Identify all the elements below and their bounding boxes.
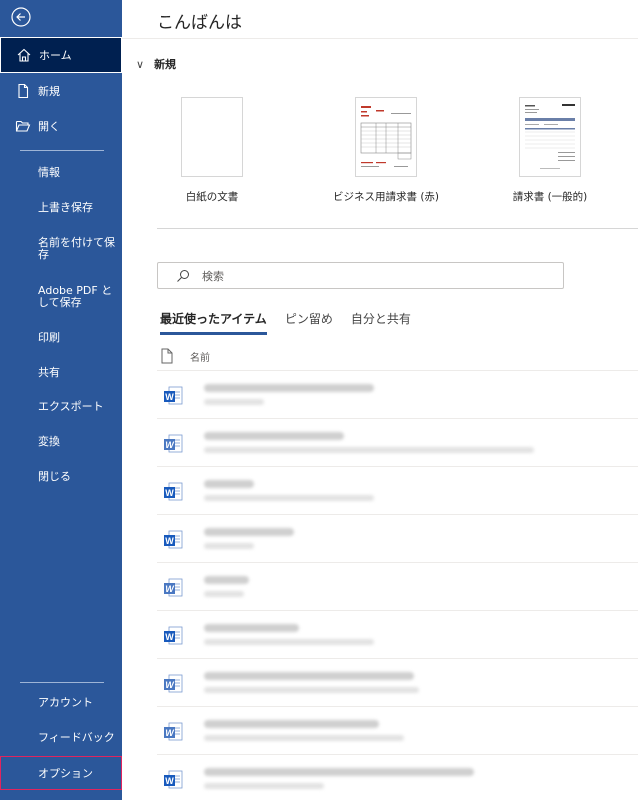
word-document-icon: W (162, 769, 184, 791)
template-label: 白紙の文書 (185, 191, 239, 203)
template-thumbnail (355, 97, 417, 177)
tab-shared-with-me[interactable]: 自分と共有 (351, 310, 411, 335)
blurred-file-path (204, 783, 324, 789)
section-title: 新規 (154, 58, 177, 71)
page-title: こんばんは (157, 13, 242, 33)
file-list-item[interactable]: W (157, 706, 638, 754)
chevron-down-icon: ∨ (136, 57, 145, 71)
file-list-header: 名前 (160, 348, 638, 364)
sidebar-item-share[interactable]: 共有 (38, 367, 118, 379)
sidebar-item-label: 新規 (38, 85, 60, 98)
open-folder-icon (14, 117, 32, 135)
blurred-file-path (204, 639, 374, 645)
svg-text:W: W (165, 536, 174, 546)
search-input[interactable]: 検索 (157, 262, 564, 289)
back-arrow-icon[interactable] (10, 6, 32, 28)
sidebar-item-save[interactable]: 上書き保存 (38, 202, 118, 214)
blurred-file-name (204, 480, 254, 488)
file-list-item[interactable]: W (157, 658, 638, 706)
template-thumbnail (181, 97, 243, 177)
blurred-file-path (204, 591, 244, 597)
blurred-file-path (204, 399, 264, 405)
sidebar-item-print[interactable]: 印刷 (38, 332, 118, 344)
sidebar-item-label: オプション (38, 767, 93, 780)
blurred-file-name (204, 672, 414, 680)
blurred-file-name (204, 768, 474, 776)
backstage-main: こんばんは ∨ 新規 白紙の文書 ビジネス用請求書 (赤) 請求書 (一般的) … (122, 0, 638, 800)
file-type-icon (160, 348, 174, 364)
blurred-file-name (204, 528, 294, 536)
column-header-name[interactable]: 名前 (190, 349, 210, 364)
file-tabs: 最近使ったアイテム ピン留め 自分と共有 (160, 310, 411, 335)
template-blank-document[interactable]: 白紙の文書 (147, 97, 277, 204)
new-section-toggle[interactable]: ∨ 新規 (136, 56, 176, 72)
template-label: 請求書 (一般的) (512, 191, 588, 203)
word-document-icon: W (162, 433, 184, 455)
blurred-file-name (204, 576, 249, 584)
file-list-item[interactable]: W (157, 514, 638, 562)
word-document-icon: W (162, 577, 184, 599)
template-business-invoice-red[interactable]: ビジネス用請求書 (赤) (321, 97, 451, 204)
sidebar-item-home[interactable]: ホーム (0, 37, 122, 73)
word-document-icon: W (162, 481, 184, 503)
blurred-file-path (204, 687, 419, 693)
sidebar-item-close[interactable]: 閉じる (38, 471, 118, 483)
sidebar-item-open[interactable]: 開く (0, 115, 122, 137)
file-list-item[interactable]: W (157, 562, 638, 610)
blurred-file-path (204, 495, 374, 501)
template-label: ビジネス用請求書 (赤) (332, 191, 440, 203)
new-document-icon (14, 82, 32, 100)
search-icon (176, 269, 190, 283)
sidebar-item-new[interactable]: 新規 (0, 80, 122, 102)
word-document-icon: W (162, 385, 184, 407)
blurred-file-path (204, 447, 534, 453)
blurred-file-path (204, 735, 404, 741)
search-placeholder: 検索 (202, 269, 224, 283)
file-list-item[interactable]: W (157, 610, 638, 658)
template-thumbnail (519, 97, 581, 177)
sidebar-item-save-as[interactable]: 名前を付けて保存 (38, 237, 118, 261)
sidebar-item-feedback[interactable]: フィードバック (38, 732, 118, 744)
section-divider (157, 228, 638, 229)
tab-recent[interactable]: 最近使ったアイテム (160, 310, 267, 335)
sidebar-item-label: 開く (38, 120, 60, 133)
sidebar-item-save-as-pdf[interactable]: Adobe PDF として保存 (38, 285, 118, 309)
blurred-file-path (204, 543, 254, 549)
svg-text:W: W (165, 632, 174, 642)
tab-pinned[interactable]: ピン留め (285, 310, 333, 335)
sidebar-divider (20, 150, 104, 151)
sidebar-item-transform[interactable]: 変換 (38, 436, 118, 448)
blurred-file-name (204, 384, 374, 392)
header-divider (122, 38, 638, 39)
blurred-file-name (204, 432, 344, 440)
sidebar-item-account[interactable]: アカウント (38, 697, 118, 709)
svg-text:W: W (165, 392, 174, 402)
word-document-icon: W (162, 673, 184, 695)
svg-text:W: W (165, 488, 174, 498)
sidebar-item-export[interactable]: エクスポート (38, 401, 118, 413)
sidebar-item-label: ホーム (39, 49, 72, 62)
file-list-item[interactable]: W (157, 370, 638, 418)
file-list-item[interactable]: W (157, 754, 638, 800)
word-document-icon: W (162, 625, 184, 647)
sidebar-item-info[interactable]: 情報 (38, 167, 118, 179)
file-list-item[interactable]: W (157, 418, 638, 466)
file-list-item[interactable]: W (157, 466, 638, 514)
blurred-file-name (204, 720, 379, 728)
svg-text:W: W (165, 776, 174, 786)
blurred-file-name (204, 624, 299, 632)
word-document-icon: W (162, 529, 184, 551)
word-document-icon: W (162, 721, 184, 743)
backstage-sidebar: ホーム 新規 開く 情報 上書き保存 名前を付けて保存 Adobe PDF とし… (0, 0, 122, 800)
home-icon (15, 46, 33, 64)
template-invoice-general[interactable]: 請求書 (一般的) (485, 97, 615, 204)
sidebar-item-options[interactable]: オプション (0, 756, 122, 790)
sidebar-divider (20, 682, 104, 683)
